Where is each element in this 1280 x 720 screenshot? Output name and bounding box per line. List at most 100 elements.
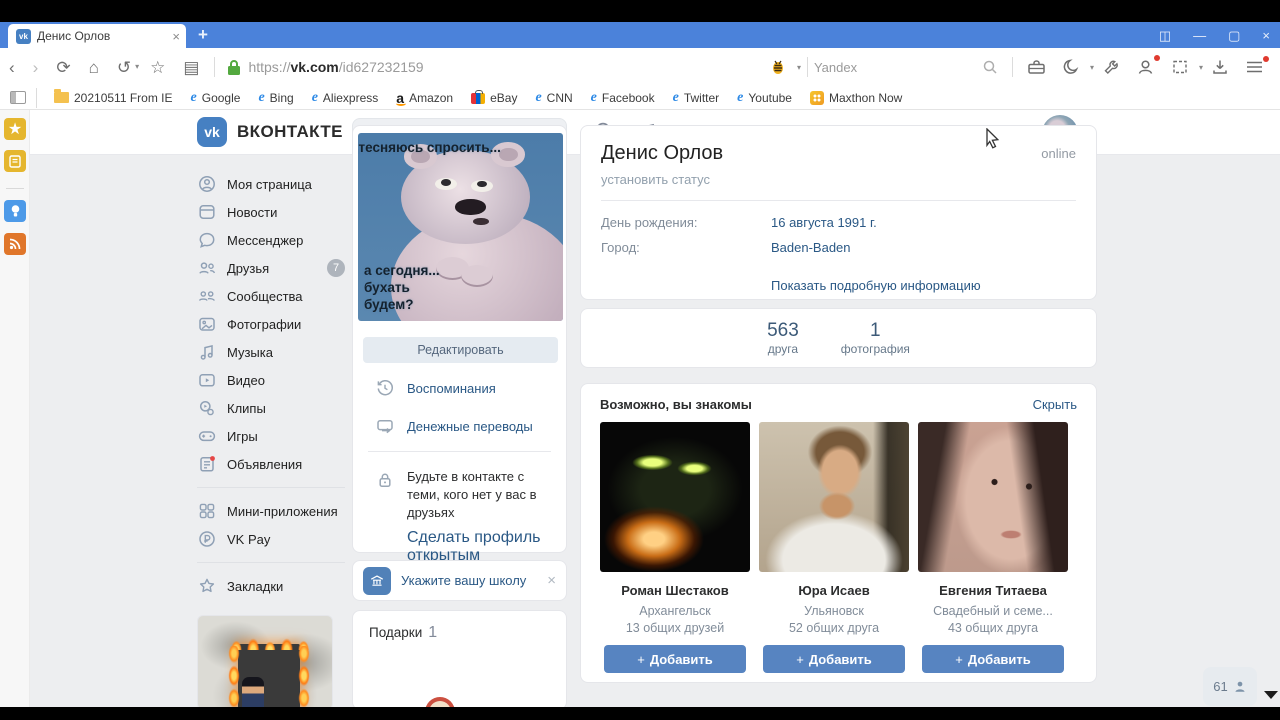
- visitors-count: 61: [1213, 679, 1228, 694]
- cartoon-character: [242, 677, 264, 709]
- address-bar[interactable]: https://vk.com/id627232159: [227, 59, 424, 76]
- suggestion-photo[interactable]: [918, 422, 1068, 572]
- suggestion-name[interactable]: Евгения Титаева: [918, 583, 1068, 598]
- sidebar-item-games[interactable]: Игры: [197, 422, 345, 450]
- edit-profile-button[interactable]: Редактировать: [363, 337, 558, 363]
- favorite-star-icon[interactable]: ☆: [141, 59, 174, 76]
- ssl-lock-icon: [228, 59, 241, 75]
- lightbulb-icon[interactable]: [4, 200, 26, 222]
- sidebar-item-ads[interactable]: Объявления: [197, 450, 345, 478]
- bookmark-amazon[interactable]: a Amazon: [389, 90, 460, 106]
- close-icon[interactable]: ×: [1262, 29, 1270, 42]
- suggestion-name[interactable]: Роман Шестаков: [600, 583, 750, 598]
- show-details-link[interactable]: Показать подробную информацию: [771, 278, 981, 293]
- profile-photo[interactable]: стесняюсь спросить... а сегодня... бухат…: [358, 133, 563, 321]
- suggestion-photo[interactable]: [759, 422, 909, 572]
- online-status: online: [1041, 146, 1076, 161]
- sidebar-item-bookmarks[interactable]: Закладки: [197, 572, 345, 600]
- sidebar-item-mini-apps[interactable]: Мини-приложения: [197, 497, 345, 525]
- memories-link[interactable]: Воспоминания: [353, 369, 566, 407]
- sidebar-item-vk-pay[interactable]: VK Pay: [197, 525, 345, 553]
- bookmark-google[interactable]: e Google: [184, 90, 248, 106]
- browser-search-icon[interactable]: [974, 59, 1006, 75]
- browser-tab[interactable]: vk Денис Орлов ×: [8, 24, 186, 48]
- night-mode-icon[interactable]: [1054, 58, 1088, 76]
- incognito-icon[interactable]: [1128, 55, 1163, 76]
- split-view-icon[interactable]: ◫: [1159, 29, 1171, 42]
- sidebar-item-news[interactable]: Новости: [197, 198, 345, 226]
- ie-icon: e: [258, 89, 265, 105]
- suggestion-card: Евгения Титаева Свадебный и семе... 43 о…: [918, 422, 1068, 673]
- friend-suggestions-card: Возможно, вы знакомы Скрыть Роман Шестак…: [580, 383, 1097, 683]
- tab-close-icon[interactable]: ×: [172, 30, 180, 43]
- browser-tab-bar: vk Денис Орлов × + ◫ — ▢ ×: [0, 22, 1280, 48]
- bookmark-maxthon-now[interactable]: Maxthon Now: [803, 90, 909, 105]
- new-tab-button[interactable]: +: [198, 25, 208, 45]
- notes-icon[interactable]: [4, 150, 26, 172]
- bookmark-facebook[interactable]: e Facebook: [584, 90, 662, 106]
- close-icon[interactable]: ×: [547, 572, 556, 589]
- sidebar-item-messenger[interactable]: Мессенджер: [197, 226, 345, 254]
- restore-icon[interactable]: ▢: [1228, 29, 1240, 42]
- add-friend-button[interactable]: + Добавить: [604, 645, 746, 673]
- sidebar-item-my-page[interactable]: Моя страница: [197, 170, 345, 198]
- favorites-star-icon[interactable]: ★: [4, 118, 26, 140]
- profile-icon: [199, 176, 215, 192]
- download-icon[interactable]: [1203, 58, 1237, 76]
- news-icon: [199, 205, 215, 219]
- add-friend-button[interactable]: + Добавить: [763, 645, 905, 673]
- school-prompt-link[interactable]: Укажите вашу школу: [401, 573, 537, 588]
- sidebar-item-clips[interactable]: Клипы: [197, 394, 345, 422]
- visitors-badge[interactable]: 61: [1203, 667, 1257, 706]
- friends-counter[interactable]: 563 друга: [767, 320, 799, 356]
- maxthon-bee-icon[interactable]: [761, 58, 795, 76]
- scroll-down-caret-icon[interactable]: [1264, 691, 1278, 699]
- toolbox-icon[interactable]: [1019, 58, 1054, 76]
- vk-logo[interactable]: vk ВКОНТАКТЕ: [197, 117, 343, 147]
- bookmark-aliexpress[interactable]: e Aliexpress: [305, 90, 386, 106]
- sidebar-item-video[interactable]: Видео: [197, 366, 345, 394]
- undo-icon[interactable]: ↺: [108, 59, 133, 76]
- menu-icon[interactable]: [1237, 56, 1272, 75]
- browser-search-field[interactable]: Yandex: [814, 60, 974, 75]
- sidebar-toggle-icon[interactable]: [10, 91, 26, 104]
- city-link[interactable]: Baden-Baden: [771, 240, 851, 255]
- sidebar-item-communities[interactable]: Сообщества: [197, 282, 345, 310]
- profile-name: Денис Орлов: [601, 142, 724, 164]
- bookmark-ebay[interactable]: eBay: [464, 90, 524, 105]
- vk-favicon: vk: [16, 28, 31, 44]
- sidebar-item-music[interactable]: Музыка: [197, 338, 345, 366]
- bookmark-cnn[interactable]: e CNN: [528, 90, 579, 106]
- bookmark-folder[interactable]: 20210511 From IE: [47, 89, 180, 105]
- back-icon[interactable]: ‹: [0, 59, 24, 76]
- set-status-link[interactable]: установить статус: [601, 172, 1076, 187]
- add-friend-button[interactable]: + Добавить: [922, 645, 1064, 673]
- reload-icon[interactable]: ⟳: [47, 59, 79, 76]
- gifts-title[interactable]: Подарки: [369, 625, 422, 640]
- window-top-black-bar: [0, 0, 1280, 22]
- maxthon-icon: [809, 90, 824, 105]
- hide-suggestions-link[interactable]: Скрыть: [1033, 397, 1077, 412]
- reading-list-icon[interactable]: ▤: [174, 59, 208, 76]
- sidebar-item-photos[interactable]: Фотографии: [197, 310, 345, 338]
- photos-counter[interactable]: 1 фотография: [841, 320, 910, 356]
- money-transfers-link[interactable]: Денежные переводы: [353, 407, 566, 445]
- search-engine-caret-icon[interactable]: ▾: [797, 63, 801, 72]
- bookmark-twitter[interactable]: e Twitter: [666, 90, 727, 106]
- rss-icon[interactable]: [4, 233, 26, 255]
- birthday-link[interactable]: 16 августа 1991 г.: [771, 215, 877, 230]
- undo-caret-icon[interactable]: ▾: [133, 63, 141, 71]
- bookmark-bing[interactable]: e Bing: [251, 90, 300, 106]
- ad-image[interactable]: [197, 615, 333, 710]
- home-icon[interactable]: ⌂: [80, 59, 108, 76]
- sidebar-item-friends[interactable]: Друзья 7: [197, 254, 345, 282]
- forward-icon[interactable]: ›: [24, 59, 48, 76]
- gifts-count: 1: [428, 624, 438, 641]
- tools-icon[interactable]: [1094, 58, 1128, 76]
- suggestion-name[interactable]: Юра Исаев: [759, 583, 909, 598]
- suggestion-photo[interactable]: [600, 422, 750, 572]
- minimize-icon[interactable]: —: [1193, 29, 1206, 42]
- bookmark-youtube[interactable]: e Youtube: [730, 90, 799, 106]
- snapshot-icon[interactable]: [1163, 58, 1197, 76]
- mini-apps-icon: [199, 503, 215, 519]
